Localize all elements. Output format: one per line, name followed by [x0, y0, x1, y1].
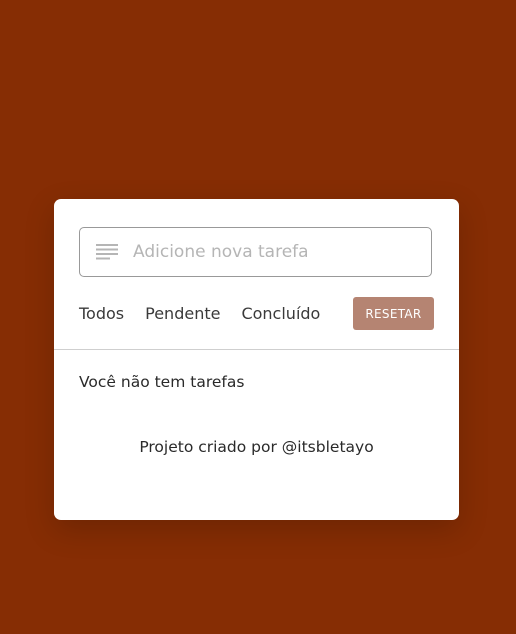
filter-completed[interactable]: Concluído	[241, 304, 320, 323]
lines-icon	[96, 244, 118, 260]
empty-task-message: Você não tem tarefas	[79, 373, 245, 391]
filter-bar: Todos Pendente Concluído RESETAR	[79, 297, 434, 330]
filter-pending[interactable]: Pendente	[145, 304, 220, 323]
filter-all[interactable]: Todos	[79, 304, 124, 323]
divider	[54, 349, 459, 350]
todo-card: Todos Pendente Concluído RESETAR Você nã…	[54, 199, 459, 520]
task-input[interactable]	[133, 229, 431, 275]
task-input-box[interactable]	[79, 227, 432, 277]
project-credit: Projeto criado por @itsbletayo	[139, 438, 374, 456]
reset-button[interactable]: RESETAR	[353, 297, 434, 330]
